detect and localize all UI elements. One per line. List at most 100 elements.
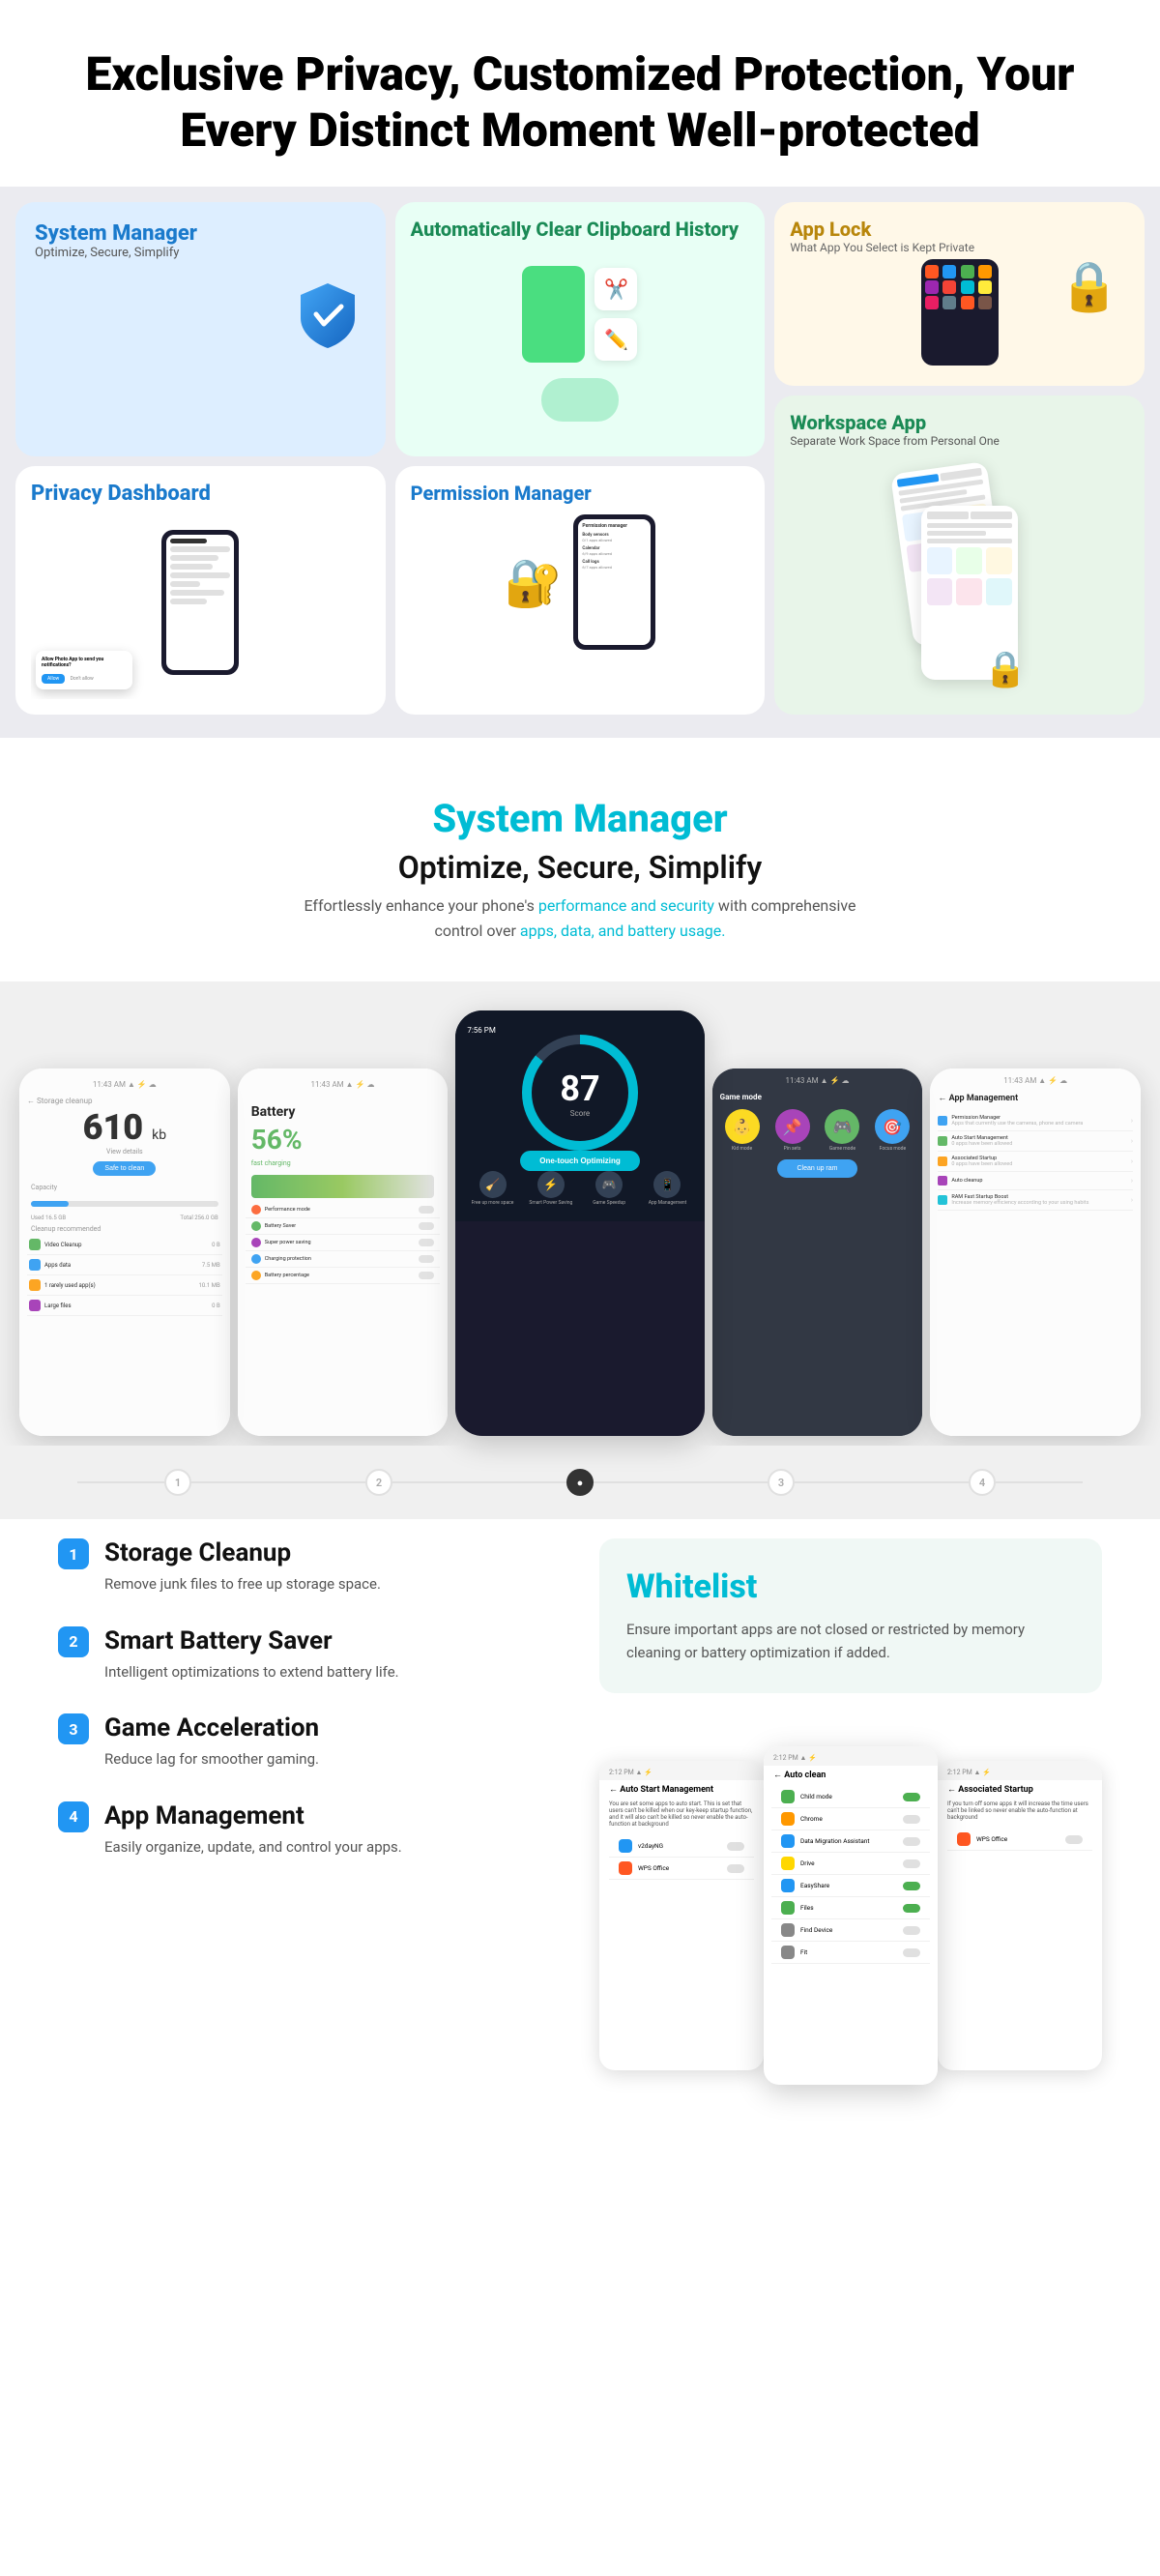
easyshare-toggle[interactable] (903, 1882, 920, 1890)
clipboard-title: Automatically Clear Clipboard History (411, 218, 750, 241)
game-phone: 11:43 AM ▲ ⚡ ☁ Game mode 👶 Kid mode 📌 Pi… (712, 1068, 923, 1436)
perf-mode-toggle[interactable] (419, 1206, 434, 1214)
charging-protection-toggle[interactable] (419, 1255, 434, 1263)
clipboard-edit-icon: ✏️ (594, 318, 637, 361)
wps-toggle[interactable] (727, 1864, 744, 1873)
dot-1: 1 (164, 1469, 191, 1496)
battery-pct-toggle[interactable] (419, 1272, 434, 1279)
score-icon-app: 📱 App Management (642, 1171, 692, 1206)
game-mode-item-label: Game mode (829, 1146, 856, 1152)
capacity-bar (31, 1201, 218, 1207)
allow-button[interactable]: Allow (42, 674, 65, 684)
capacity-label: Capacity (27, 1182, 222, 1193)
child-toggle[interactable] (903, 1793, 920, 1801)
storage-apps-label: Apps data (44, 1262, 198, 1269)
whitelist-phones-area: 2:12 PM ▲ ⚡ ← Auto Start Management You … (599, 1722, 1102, 2109)
feature-text-4: App Management Easily organize, update, … (104, 1801, 402, 1859)
safe-to-clean-button[interactable]: Safe to clean (93, 1161, 156, 1176)
finddevice-toggle[interactable] (903, 1926, 920, 1935)
charging-label: fast charging (251, 1159, 435, 1167)
kid-mode-icon: 👶 (725, 1109, 760, 1144)
whitelist-title: Whitelist (626, 1567, 1075, 1606)
battery-saver-toggle[interactable] (419, 1222, 434, 1230)
clean-ram-button[interactable]: Clean up ram (777, 1159, 856, 1178)
office-toggle[interactable] (1065, 1835, 1083, 1844)
drive-toggle[interactable] (903, 1859, 920, 1868)
feature-badge-3: 3 (58, 1713, 89, 1744)
capacity-info: Used 16.5 GB Total 256.0 GB (27, 1215, 222, 1221)
storage-rarely-size: 10.1 MB (199, 1282, 220, 1289)
autoclean-migration: Data Migration Assistant (771, 1830, 930, 1853)
appmanage-associated: Associated Startup0 apps have been allow… (938, 1152, 1133, 1172)
power-icon: ⚡ (537, 1171, 565, 1198)
workspace-phone-stack: 🔒 (902, 467, 1018, 680)
storage-video-label: Video Cleanup (44, 1242, 208, 1248)
battery-bar (251, 1175, 435, 1198)
v2day-label: v2dayNG (638, 1842, 721, 1850)
associated-time: 2:12 PM ▲ ⚡ (947, 1769, 1092, 1776)
progress-dot-2: 2 (278, 1469, 479, 1496)
super-saver-toggle[interactable] (419, 1239, 434, 1246)
app-icon-4 (978, 265, 992, 278)
files-toggle[interactable] (903, 1904, 920, 1913)
fit-toggle[interactable] (903, 1948, 920, 1957)
easyshare-label: EasyShare (800, 1882, 897, 1889)
permission-title: Permission Manager (411, 482, 750, 505)
system-manager-section: System Manager Optimize, Secure, Simplif… (0, 738, 1160, 981)
associated-screen-title: ← Associated Startup (938, 1780, 1102, 1800)
app-icon-12 (978, 296, 992, 309)
app-icon-5 (925, 280, 939, 294)
score-circle: 87 Score (522, 1035, 638, 1151)
autostart-phone-header: 2:12 PM ▲ ⚡ (599, 1761, 764, 1780)
ram-boost-text: RAM Fast Startup BoostIncrease memory ef… (951, 1194, 1127, 1206)
score-number: 87 (560, 1068, 599, 1109)
workspace-lock-icon: 🔒 (984, 649, 1028, 689)
appmanage-autostart: Auto Start Management0 apps have been al… (938, 1131, 1133, 1152)
migration-toggle[interactable] (903, 1837, 920, 1846)
feature-item-3: 3 Game Acceleration Reduce lag for smoot… (58, 1713, 541, 1771)
features-list: 1 Storage Cleanup Remove junk files to f… (58, 1538, 580, 2109)
autostart-text: Auto Start Management0 apps have been al… (951, 1135, 1127, 1147)
chrome-toggle[interactable] (903, 1815, 920, 1824)
score-label: Score (570, 1109, 590, 1118)
system-manager-title: System Manager (35, 221, 366, 246)
score-icon-space: 🧹 Free up more space (467, 1171, 517, 1206)
focus-mode: 🎯 Focus mode (870, 1109, 914, 1152)
app-icon-10 (942, 296, 956, 309)
battery-option-saver: Battery Saver (246, 1218, 441, 1235)
finddevice-label: Find Device (800, 1926, 897, 1934)
optimize-button[interactable]: One-touch Optimizing (520, 1151, 640, 1171)
privacy-popup-card: Allow Photo App to send you notification… (36, 651, 132, 689)
space-label: Free up more space (472, 1200, 514, 1206)
whitelist-section: Whitelist Ensure important apps are not … (580, 1538, 1102, 2109)
feature-title-2: Smart Battery Saver (104, 1626, 399, 1655)
autoclean-drive: Drive (771, 1853, 930, 1875)
autoclean-arrow: › (1131, 1177, 1133, 1185)
applock-title: App Lock (790, 218, 1129, 241)
app-icon-11 (961, 296, 974, 309)
permission-lock-icon: 🔐 (505, 555, 563, 610)
progress-dots-section: 1 2 ● 3 4 (0, 1446, 1160, 1519)
v2day-toggle[interactable] (727, 1842, 744, 1851)
feature-grid: System Manager Optimize, Secure, Simplif… (0, 187, 1160, 738)
space-icon: 🧹 (479, 1171, 507, 1198)
system-manager-card: System Manager Optimize, Secure, Simplif… (15, 202, 386, 456)
feature-title-4: App Management (104, 1801, 402, 1830)
desc-start: Effortlessly enhance your phone's (304, 896, 537, 915)
associated-text: Associated Startup0 apps have been allow… (951, 1156, 1127, 1167)
section-heading: System Manager (58, 796, 1102, 841)
autostart-item-wps: WPS Office (609, 1858, 754, 1880)
perm-manager-text: Permission ManagerApps that currently us… (951, 1115, 1127, 1127)
feature-title-3: Game Acceleration (104, 1713, 319, 1742)
feature-desc-3: Reduce lag for smoother gaming. (104, 1748, 319, 1771)
clipboard-icons: ✂️ ✏️ (594, 268, 637, 361)
appmanage-ram: RAM Fast Startup BoostIncrease memory ef… (938, 1190, 1133, 1211)
app-management-screen: 11:43 AM ▲ ⚡ ☁ ← App Management Permissi… (930, 1068, 1141, 1436)
feature-item-2: 2 Smart Battery Saver Intelligent optimi… (58, 1626, 541, 1683)
app-icon-7 (961, 280, 974, 294)
kid-mode-label: Kid mode (732, 1146, 752, 1152)
autoclean-phone-header: 2:12 PM ▲ ⚡ (764, 1746, 938, 1766)
autoclean-items: Child mode Chrome Data Migration Assista… (764, 1786, 938, 1964)
battery-percent: 56% (251, 1124, 435, 1156)
section-subheading: Optimize, Secure, Simplify (58, 849, 1102, 886)
